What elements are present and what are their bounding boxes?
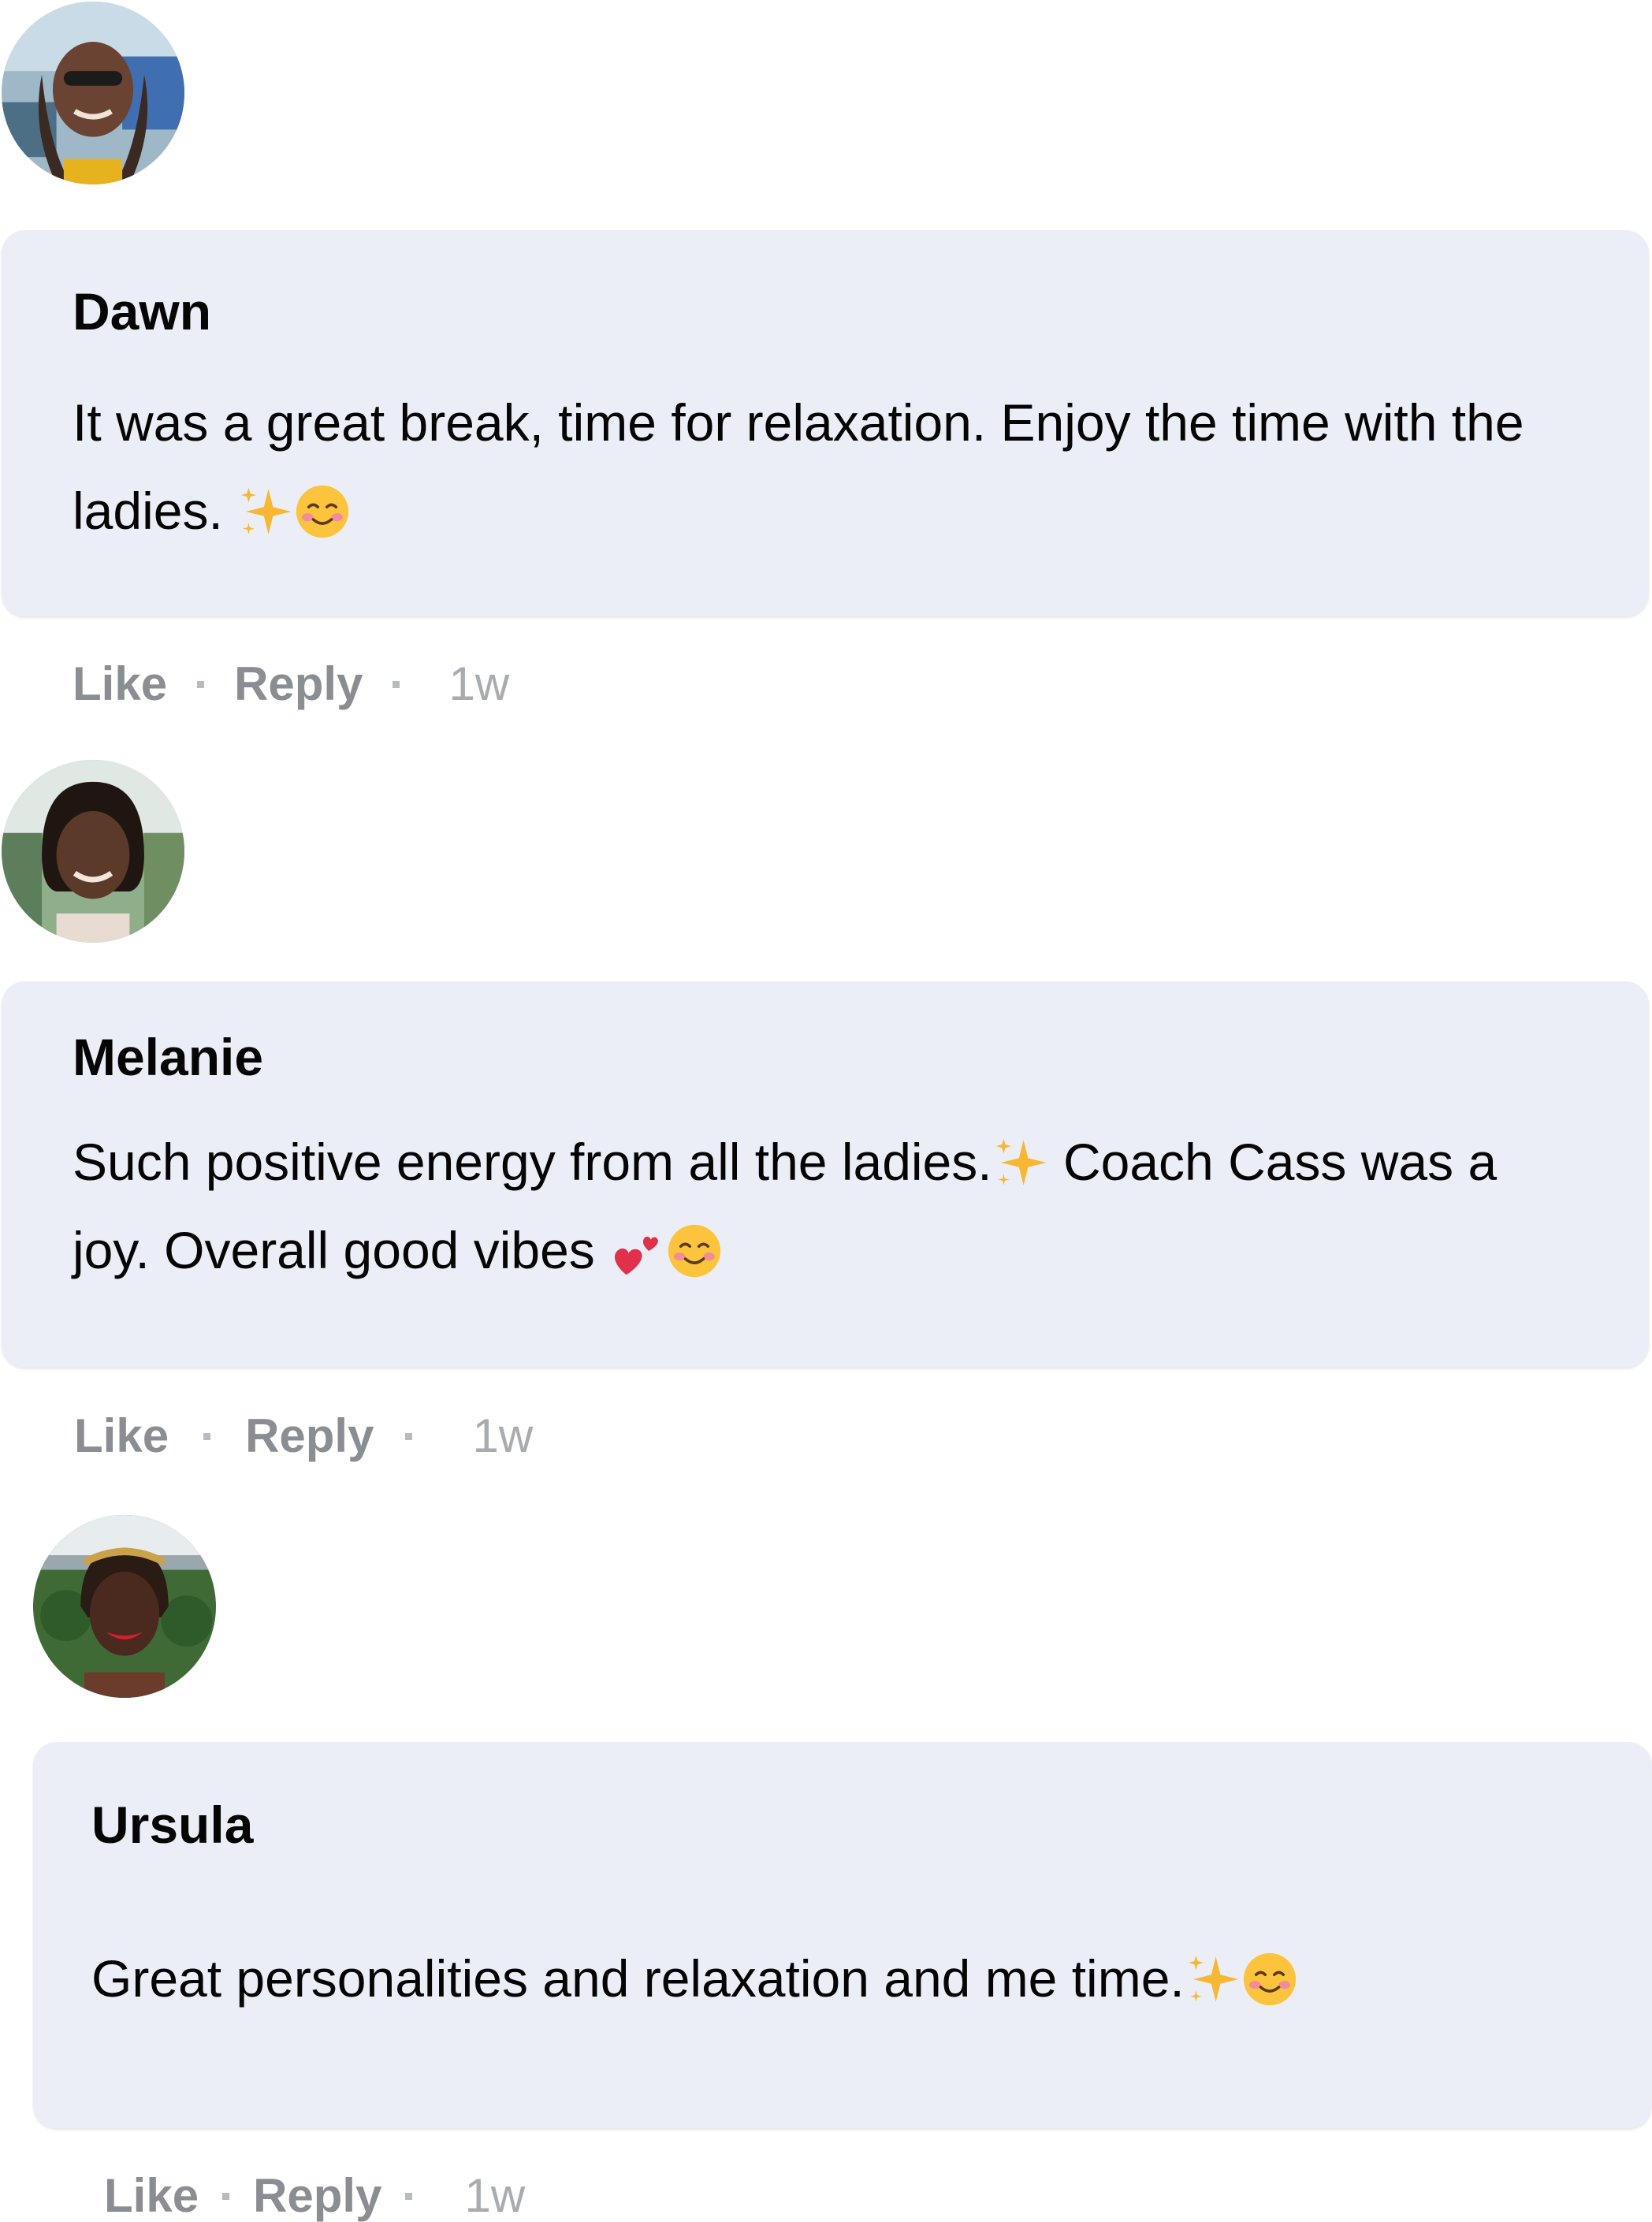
comment-actions: Like Reply 1w [73, 661, 509, 708]
timestamp[interactable]: 1w [464, 2172, 525, 2220]
comment-text: Such positive energy from all the ladies… [73, 1118, 1570, 1294]
comment-actions: Like Reply 1w [104, 2172, 525, 2220]
sparkles-icon [1185, 1951, 1241, 2008]
comment-author[interactable]: Ursula [91, 1799, 253, 1851]
comment-text-content: Great personalities and relaxation and m… [91, 1949, 1185, 2008]
smiling-face-icon [294, 483, 351, 540]
sparkles-icon [992, 1134, 1049, 1191]
comment-author[interactable]: Dawn [73, 285, 211, 337]
comment-text-content: Such positive energy from all the ladies… [73, 1133, 992, 1191]
like-button[interactable]: Like [73, 661, 167, 708]
avatar[interactable] [2, 760, 184, 943]
smiling-face-icon [1241, 1951, 1298, 2008]
comment-text: Great personalities and relaxation and m… [91, 1934, 1589, 2023]
timestamp[interactable]: 1w [448, 661, 509, 708]
avatar[interactable] [2, 2, 184, 184]
separator-dot [197, 680, 205, 688]
timestamp[interactable]: 1w [472, 1412, 533, 1460]
separator-dot [222, 2192, 230, 2200]
two-hearts-icon [609, 1223, 666, 1279]
avatar-photo-icon [2, 760, 184, 943]
reply-button[interactable]: Reply [234, 661, 363, 708]
avatar-photo-icon [2, 2, 184, 184]
separator-dot [393, 680, 400, 688]
reply-button[interactable]: Reply [245, 1412, 374, 1460]
separator-dot [405, 2192, 413, 2200]
comment-text: It was a great break, time for relaxatio… [73, 378, 1570, 555]
comment-actions: Like Reply 1w [74, 1412, 533, 1460]
separator-dot [203, 1432, 211, 1440]
reply-button[interactable]: Reply [253, 2172, 381, 2220]
separator-dot [405, 1432, 413, 1440]
comment-author[interactable]: Melanie [73, 1031, 263, 1083]
avatar-photo-icon [33, 1515, 216, 1698]
avatar[interactable] [33, 1515, 216, 1698]
like-button[interactable]: Like [104, 2172, 199, 2220]
like-button[interactable]: Like [74, 1412, 169, 1460]
sparkles-icon [237, 483, 294, 540]
smiling-face-icon [666, 1223, 723, 1279]
